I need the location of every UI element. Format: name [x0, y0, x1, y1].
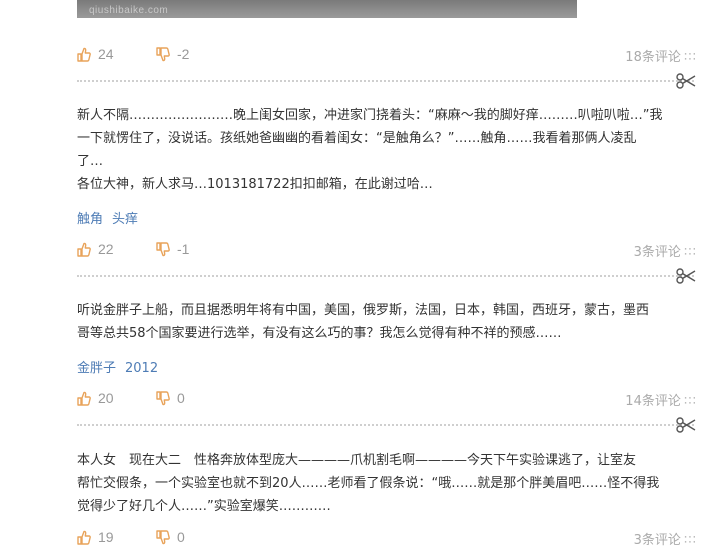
- upvote-count: 20: [98, 390, 114, 406]
- upvote-count: 24: [98, 46, 114, 62]
- comments-link[interactable]: 18条评论 ∶∶∶: [625, 46, 697, 65]
- post-content: 听说金胖子上船，而且据悉明年将有中国，美国，俄罗斯，法国，日本，韩国，西班牙，蒙…: [77, 299, 697, 345]
- downvote-count: 0: [177, 529, 185, 545]
- tag-list: 金胖子 2012: [77, 357, 167, 376]
- scissors-icon: [676, 268, 696, 284]
- thumbs-up-icon: [77, 242, 91, 257]
- tag-link[interactable]: 金胖子: [77, 361, 116, 376]
- post-line: 了…: [77, 154, 104, 169]
- comments-count: 14条评论: [625, 394, 681, 409]
- tag-list: 触角 头痒: [77, 208, 147, 227]
- vote-bar: 24 -2 18条评论 ∶∶∶: [77, 46, 697, 66]
- post-content: 本人女 现在大二 性格奔放体型庞大————爪机割毛啊————今天下午实验课逃了，…: [77, 449, 697, 518]
- thumbs-down-icon: [156, 390, 170, 405]
- post-line: 新人不隔……………………晚上闺女回家，冲进家门挠着头：“麻麻～我的脚好痒………叭…: [77, 108, 663, 123]
- downvote-button[interactable]: 0: [156, 390, 185, 406]
- dotted-separator: [77, 275, 694, 279]
- downvote-button[interactable]: -2: [156, 46, 189, 62]
- post-content: 新人不隔……………………晚上闺女回家，冲进家门挠着头：“麻麻～我的脚好痒………叭…: [77, 104, 697, 196]
- post-line: 帮忙交假条，一个实验室也就不到20人……老师看了假条说：“哦……就是那个胖美眉吧…: [77, 476, 660, 491]
- post-line: 哥等总共58个国家要进行选举，有没有这么巧的事？我怎么觉得有种不祥的预感……: [77, 326, 562, 341]
- upvote-count: 19: [98, 529, 114, 545]
- upvote-button[interactable]: 24: [77, 46, 114, 62]
- post-line: 各位大神，新人求马…1013181722扣扣邮箱，在此谢过哈…: [77, 177, 433, 192]
- thumbs-up-icon: [77, 530, 91, 545]
- post-line: 本人女 现在大二 性格奔放体型庞大————爪机割毛啊————今天下午实验课逃了，…: [77, 453, 637, 468]
- post-line: 听说金胖子上船，而且据悉明年将有中国，美国，俄罗斯，法国，日本，韩国，西班牙，蒙…: [77, 303, 650, 318]
- vote-bar: 22 -1 3条评论 ∶∶∶: [77, 241, 697, 261]
- comments-link[interactable]: 3条评论 ∶∶∶: [634, 241, 697, 260]
- post-image[interactable]: qiushibaike.com: [77, 0, 577, 18]
- comments-count: 3条评论: [633, 533, 681, 548]
- dotted-separator: [77, 80, 694, 84]
- downvote-count: -1: [177, 241, 190, 257]
- scissors-icon: [676, 417, 696, 433]
- upvote-button[interactable]: 20: [77, 390, 114, 406]
- downvote-button[interactable]: 0: [156, 529, 185, 545]
- image-watermark: qiushibaike.com: [89, 5, 169, 16]
- comments-link[interactable]: 14条评论 ∶∶∶: [625, 390, 697, 409]
- more-dots: ∶∶∶: [683, 394, 697, 409]
- comments-count: 3条评论: [633, 245, 681, 260]
- thumbs-down-icon: [156, 529, 170, 544]
- downvote-count: 0: [177, 390, 185, 406]
- scissors-icon: [676, 73, 696, 89]
- vote-bar: 19 0 3条评论 ∶∶∶: [77, 529, 697, 549]
- upvote-count: 22: [98, 241, 114, 257]
- thumbs-up-icon: [77, 47, 91, 62]
- thumbs-down-icon: [156, 241, 170, 256]
- post-line: 一下就愣住了，没说话。孩纸她爸幽幽的看着闺女：“是触角么？”……触角……我看着那…: [77, 131, 637, 146]
- more-dots: ∶∶∶: [683, 533, 697, 548]
- thumbs-up-icon: [77, 391, 91, 406]
- upvote-button[interactable]: 19: [77, 529, 114, 545]
- dotted-separator: [77, 424, 694, 428]
- thumbs-down-icon: [156, 46, 170, 61]
- more-dots: ∶∶∶: [683, 50, 697, 65]
- more-dots: ∶∶∶: [683, 245, 697, 260]
- tag-link[interactable]: 头痒: [112, 212, 138, 227]
- upvote-button[interactable]: 22: [77, 241, 114, 257]
- downvote-button[interactable]: -1: [156, 241, 189, 257]
- tag-link[interactable]: 触角: [77, 212, 103, 227]
- comments-link[interactable]: 3条评论 ∶∶∶: [634, 529, 697, 548]
- post-line: 觉得少了好几个人……”实验室爆笑…………: [77, 499, 331, 514]
- tag-link[interactable]: 2012: [125, 361, 158, 376]
- downvote-count: -2: [177, 46, 190, 62]
- vote-bar: 20 0 14条评论 ∶∶∶: [77, 390, 697, 410]
- comments-count: 18条评论: [625, 50, 681, 65]
